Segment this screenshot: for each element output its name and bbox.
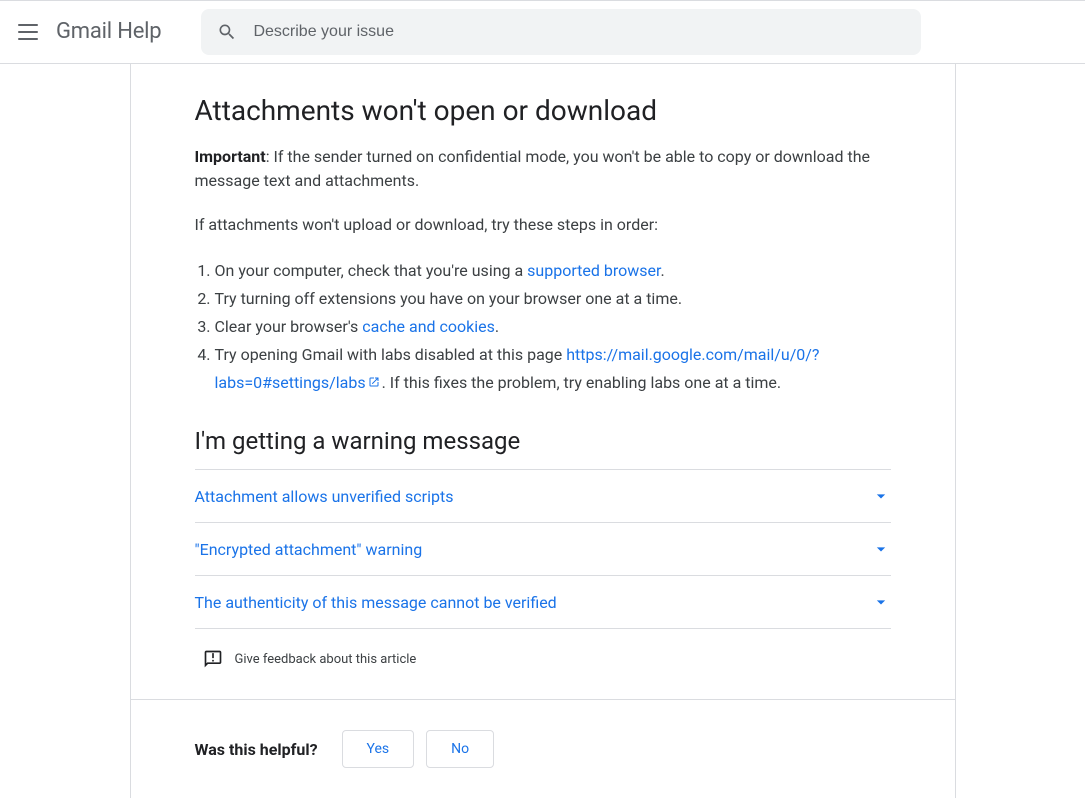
search-input[interactable] — [253, 23, 905, 41]
accordion: Attachment allows unverified scripts "En… — [195, 469, 891, 629]
accordion-item-encrypted-warning[interactable]: "Encrypted attachment" warning — [195, 523, 891, 576]
important-text: : If the sender turned on confidential m… — [195, 147, 871, 190]
accordion-title: "Encrypted attachment" warning — [195, 540, 423, 559]
supported-browser-link[interactable]: supported browser — [527, 261, 660, 280]
yes-button[interactable]: Yes — [342, 730, 415, 768]
list-item: Clear your browser's cache and cookies. — [215, 313, 891, 341]
article-content: Attachments won't open or download Impor… — [131, 64, 955, 689]
intro-text: If attachments won't upload or download,… — [195, 213, 891, 237]
list-item: Try turning off extensions you have on y… — [215, 285, 891, 313]
helpful-buttons: Yes No — [342, 730, 495, 768]
helpful-label: Was this helpful? — [195, 740, 318, 759]
brand-title[interactable]: Gmail Help — [56, 19, 161, 44]
chevron-down-icon — [871, 486, 891, 506]
steps-list: On your computer, check that you're usin… — [195, 257, 891, 397]
header-bar: Gmail Help — [0, 0, 1085, 64]
feedback-link[interactable]: Give feedback about this article — [195, 629, 891, 689]
accordion-item-unverified-scripts[interactable]: Attachment allows unverified scripts — [195, 470, 891, 523]
no-button[interactable]: No — [426, 730, 494, 768]
feedback-icon — [203, 649, 223, 669]
chevron-down-icon — [871, 539, 891, 559]
search-icon — [217, 22, 237, 42]
accordion-item-authenticity[interactable]: The authenticity of this message cannot … — [195, 576, 891, 629]
important-note: Important: If the sender turned on confi… — [195, 145, 891, 193]
external-link-icon — [368, 369, 380, 381]
important-label: Important — [195, 147, 266, 166]
cache-cookies-link[interactable]: cache and cookies — [362, 317, 495, 336]
accordion-title: The authenticity of this message cannot … — [195, 593, 557, 612]
section-heading: Attachments won't open or download — [195, 94, 891, 127]
list-item: On your computer, check that you're usin… — [215, 257, 891, 285]
accordion-title: Attachment allows unverified scripts — [195, 487, 454, 506]
hamburger-menu-icon[interactable] — [16, 20, 40, 44]
warning-section-heading: I'm getting a warning message — [195, 427, 891, 455]
feedback-text: Give feedback about this article — [235, 652, 417, 667]
chevron-down-icon — [871, 592, 891, 612]
list-item: Try opening Gmail with labs disabled at … — [215, 341, 891, 397]
helpful-section: Was this helpful? Yes No — [131, 699, 955, 798]
search-container[interactable] — [201, 9, 921, 55]
